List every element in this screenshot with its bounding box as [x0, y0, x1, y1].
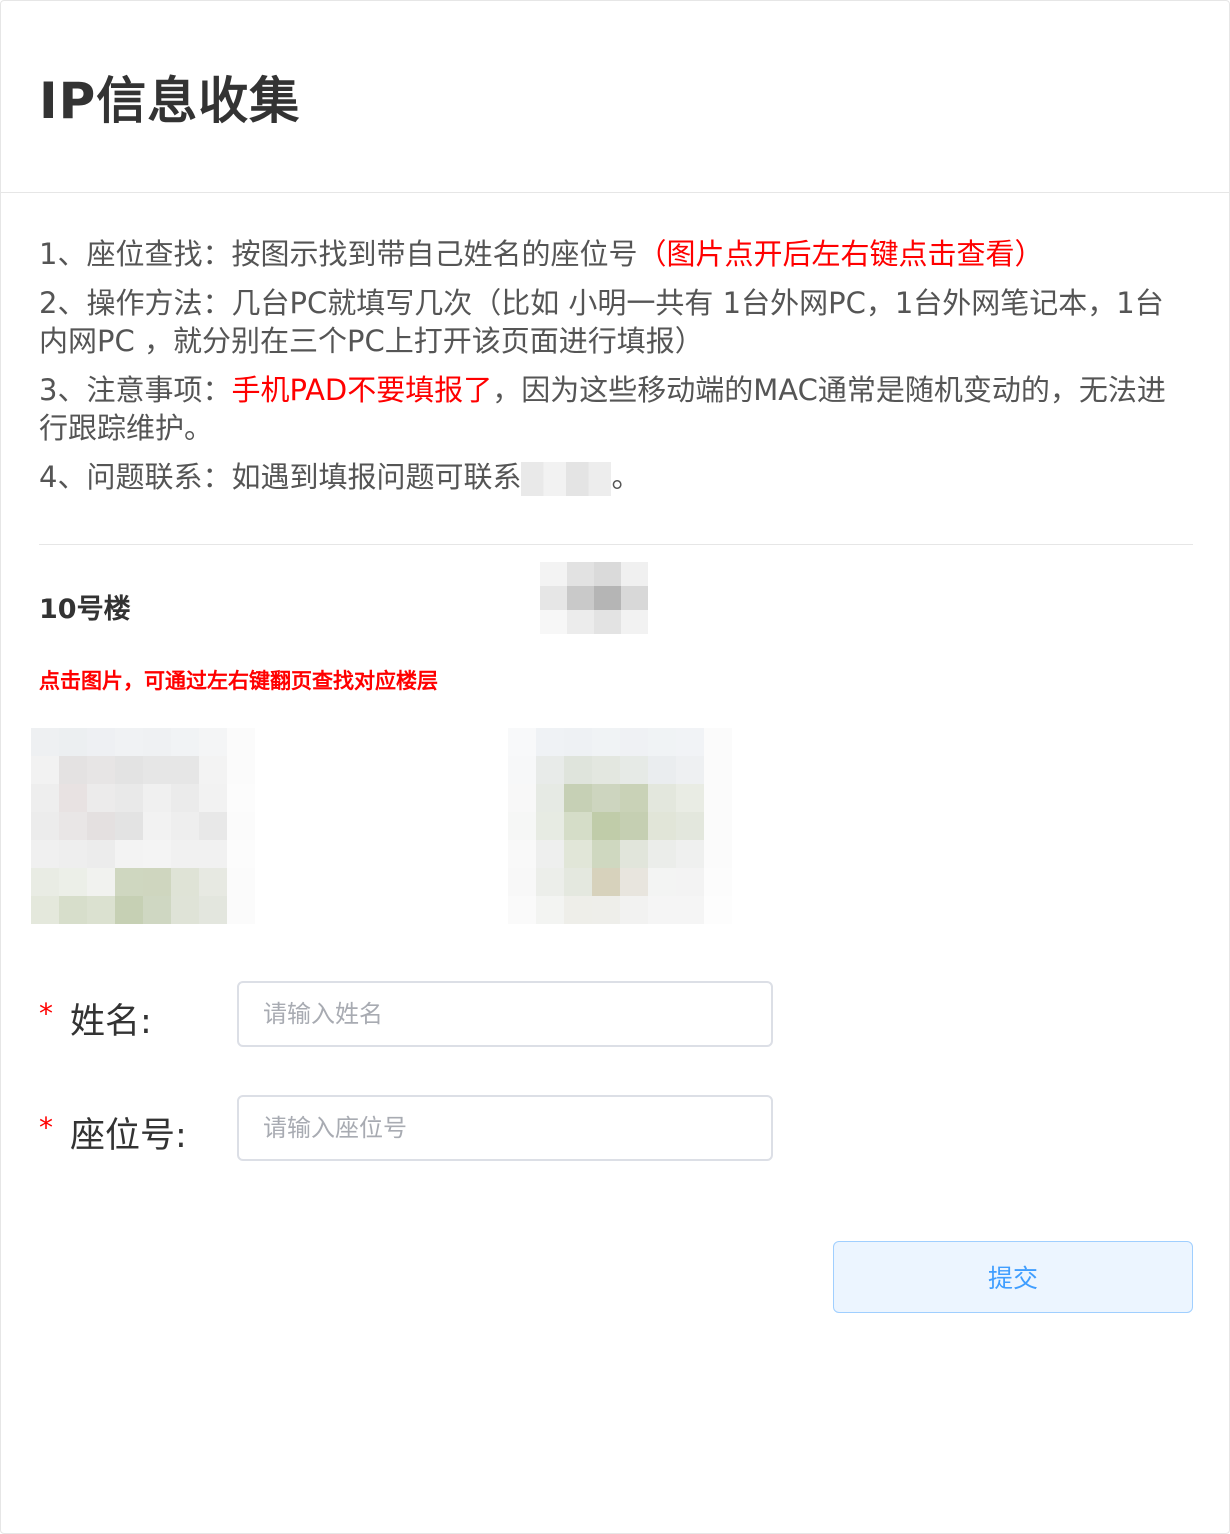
instruction-1: 1、座位查找：按图示找到带自己姓名的座位号（图片点开后左右键点击查看）	[39, 235, 1189, 273]
floor-hint: 点击图片，可通过左右键翻页查找对应楼层	[39, 669, 438, 693]
seat-field-row: * 座位号:	[39, 1095, 779, 1165]
instructions: 1、座位查找：按图示找到带自己姓名的座位号（图片点开后左右键点击查看） 2、操作…	[39, 235, 1189, 507]
section-divider	[39, 544, 1193, 545]
redacted-contact	[521, 462, 612, 496]
page-title: IP信息收集	[39, 72, 301, 130]
floor-plan-image-2[interactable]	[508, 728, 732, 924]
name-label: 姓名:	[70, 1002, 152, 1042]
instruction-3: 3、注意事项：手机PAD不要填报了，因为这些移动端的MAC通常是随机变动的，无法…	[39, 371, 1189, 447]
required-asterisk: *	[39, 997, 53, 1030]
seat-label: 座位号:	[70, 1116, 187, 1156]
name-input[interactable]	[237, 981, 773, 1047]
name-field-row: * 姓名:	[39, 981, 779, 1051]
instruction-4-text: 4、问题联系：如遇到填报问题可联系	[39, 460, 522, 494]
page-card: IP信息收集 1、座位查找：按图示找到带自己姓名的座位号（图片点开后左右键点击查…	[0, 0, 1230, 1534]
redacted-image	[540, 562, 648, 634]
floor-plan-image-1[interactable]	[31, 728, 255, 924]
card-header: IP信息收集	[1, 1, 1229, 193]
submit-button[interactable]: 提交	[833, 1241, 1193, 1313]
instruction-1-text: 1、座位查找：按图示找到带自己姓名的座位号	[39, 237, 638, 271]
seat-number-input[interactable]	[237, 1095, 773, 1161]
required-asterisk: *	[39, 1111, 53, 1144]
instruction-3-text: 3、注意事项：	[39, 373, 232, 407]
building-label: 10号楼	[39, 594, 131, 625]
instruction-3-highlight: 手机PAD不要填报了	[231, 373, 493, 407]
instruction-2: 2、操作方法：几台PC就填写几次（比如 小明一共有 1台外网PC，1台外网笔记本…	[39, 286, 1164, 358]
instruction-4-suffix: 。	[611, 460, 641, 494]
instruction-4: 4、问题联系：如遇到填报问题可联系 。	[39, 458, 1189, 496]
instruction-1-highlight: （图片点开后左右键点击查看）	[637, 237, 1044, 271]
